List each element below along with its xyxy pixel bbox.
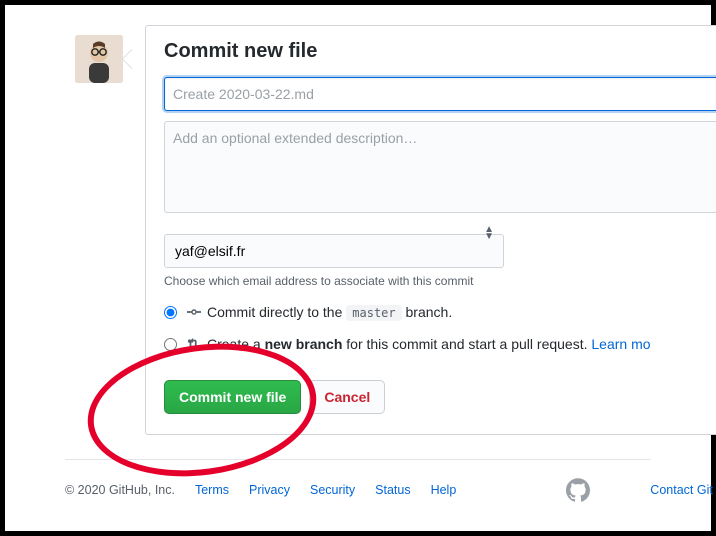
footer-copyright: © 2020 GitHub, Inc. xyxy=(65,483,175,497)
github-logo-icon[interactable] xyxy=(566,478,590,502)
commit-heading: Commit new file xyxy=(164,40,716,63)
commit-direct-label: Commit directly to the master branch. xyxy=(207,304,452,320)
commit-newbranch-radio[interactable] xyxy=(164,338,177,351)
git-commit-icon xyxy=(187,305,201,319)
cancel-button[interactable]: Cancel xyxy=(309,380,385,414)
learn-more-link[interactable]: Learn mo xyxy=(591,336,650,352)
footer-status-link[interactable]: Status xyxy=(375,483,410,497)
footer-help-link[interactable]: Help xyxy=(431,483,457,497)
commit-direct-radio[interactable] xyxy=(164,306,177,319)
footer-security-link[interactable]: Security xyxy=(310,483,355,497)
footer-privacy-link[interactable]: Privacy xyxy=(249,483,290,497)
avatar xyxy=(75,35,123,83)
commit-new-file-button[interactable]: Commit new file xyxy=(164,380,301,414)
git-pull-request-icon xyxy=(187,337,201,351)
footer: © 2020 GitHub, Inc. Terms Privacy Securi… xyxy=(5,460,711,502)
commit-description-textarea[interactable] xyxy=(164,121,716,213)
email-helper-text: Choose which email address to associate … xyxy=(164,274,716,288)
commit-form: Commit new file yaf@elsif.fr ▲▼ Choose w… xyxy=(145,25,716,435)
branch-name-tag: master xyxy=(346,305,401,321)
commit-newbranch-radio-row[interactable]: Create a new branch for this commit and … xyxy=(164,336,716,352)
commit-subject-input[interactable] xyxy=(164,77,716,111)
footer-terms-link[interactable]: Terms xyxy=(195,483,229,497)
commit-newbranch-label: Create a new branch for this commit and … xyxy=(207,336,651,352)
commit-email-select[interactable]: yaf@elsif.fr xyxy=(164,234,504,268)
footer-contact-link[interactable]: Contact Git xyxy=(650,483,713,497)
commit-direct-radio-row[interactable]: Commit directly to the master branch. xyxy=(164,304,716,320)
